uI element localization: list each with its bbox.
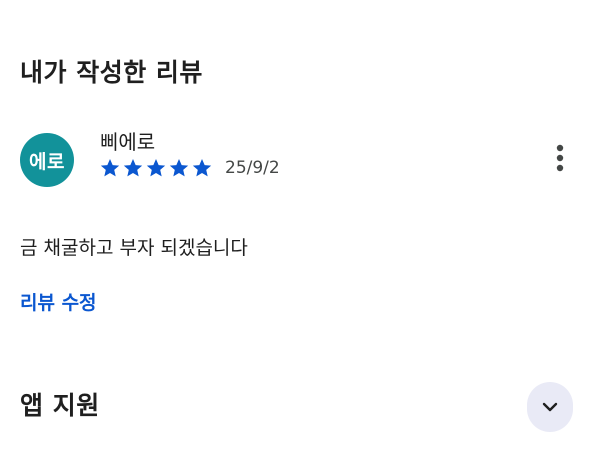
- chevron-down-icon: [541, 398, 559, 417]
- reviewer-name: 삐에로: [100, 130, 156, 154]
- rating-row: 25/9/2: [99, 157, 280, 179]
- my-review-section-title: 내가 작성한 리뷰: [20, 58, 203, 87]
- star-icon: [99, 157, 121, 179]
- star-icon: [168, 157, 190, 179]
- avatar: 에로: [20, 133, 74, 187]
- star-icon: [145, 157, 167, 179]
- star-icon: [122, 157, 144, 179]
- star-rating: [99, 157, 214, 179]
- star-icon: [191, 157, 213, 179]
- review-date: 25/9/2: [225, 158, 280, 178]
- avatar-initials: 에로: [29, 150, 65, 173]
- more-vert-icon: [555, 143, 565, 177]
- review-text: 금 채굴하고 부자 되겠습니다: [20, 237, 248, 259]
- expand-app-support-button[interactable]: [527, 382, 573, 432]
- app-support-section-title: 앱 지원: [20, 391, 100, 420]
- edit-review-link[interactable]: 리뷰 수정: [20, 288, 97, 315]
- more-options-button[interactable]: [540, 140, 580, 180]
